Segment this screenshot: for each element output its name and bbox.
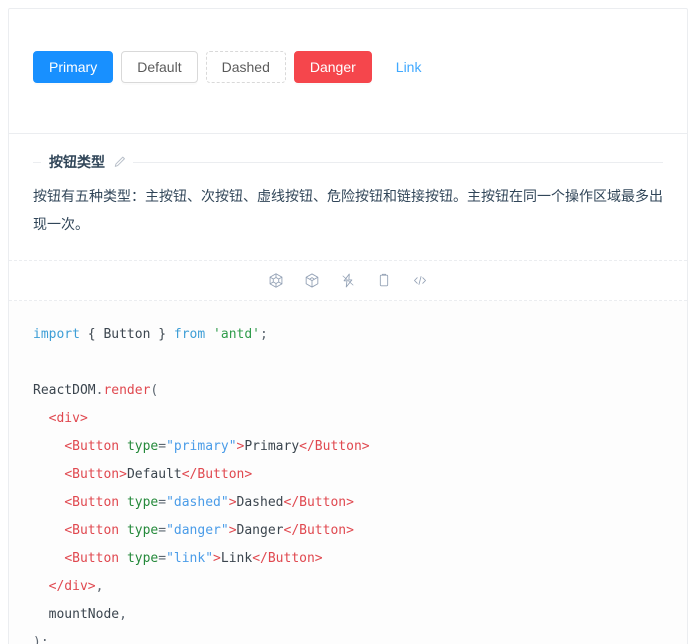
code-highlight-wrapper: import { Button } from 'antd'; ReactDOM.… [9,301,687,644]
button-row: Primary Default Dashed Danger Link [33,51,663,83]
code-token: ; [260,327,268,342]
code-token: "dashed" [166,495,229,510]
code-token: ReactDOM [33,383,96,398]
code-token: import [33,327,80,342]
code-token: ) [33,635,41,644]
code-token: ; [40,635,49,644]
code-token: "danger" [166,523,229,538]
code-box-meta: 按钮类型 按钮有五种类型：主按钮、次按钮、虚线按钮、危险按钮和链接按钮。主按钮在… [9,134,687,261]
code-token: </div> [48,579,96,594]
code-token: type [126,551,159,566]
code-token: <Button [64,551,120,566]
code-token: type [126,439,159,454]
code-token: Dashed [236,495,284,510]
code-token: <Button> [64,467,127,482]
code-token: mountNode [48,607,120,622]
code-line: <div> [33,405,663,433]
demo-preview: Primary Default Dashed Danger Link [9,9,687,134]
code-token: <Button [64,495,120,510]
code-token: type [126,495,159,510]
button-default[interactable]: Default [121,51,198,83]
code-token: </Button> [299,439,370,454]
code-box-actions [9,261,687,301]
code-token: = [158,523,167,538]
codepen-icon[interactable] [304,273,320,289]
code-line: <Button type="link">Link</Button> [33,545,663,573]
code-token: ( [150,383,159,398]
code-token: </Button> [181,467,253,482]
code-token: 'antd' [213,327,261,342]
code-line: </div>, [33,573,663,601]
code-box-card: Primary Default Dashed Danger Link 按钮类型 按钮有五… [8,8,688,644]
code-token: = [158,439,167,454]
pencil-icon[interactable] [113,155,127,169]
code-box-description: 按钮有五种类型：主按钮、次按钮、虚线按钮、危险按钮和链接按钮。主按钮在同一个操作… [33,188,663,232]
code-box-title: 按钮类型 [49,154,105,170]
code-token: , [119,607,127,622]
code-token: Primary [244,439,300,454]
title-rule-right [133,161,663,163]
code-token: > [213,551,221,566]
code-line: <Button type="primary">Primary</Button> [33,433,663,461]
code-token: type [126,523,159,538]
code-box-title-row: 按钮类型 [33,152,663,172]
button-primary[interactable]: Primary [33,51,114,83]
stackblitz-icon[interactable] [340,273,356,289]
code-token: = [158,495,167,510]
code-token: Danger [236,523,284,538]
code-token: "primary" [166,439,237,454]
code-token: </Button> [283,495,354,510]
code-token: Link [220,551,253,566]
button-dashed[interactable]: Dashed [205,51,286,83]
code-line: <Button>Default</Button> [33,461,663,489]
code-token: <Button [64,523,120,538]
code-token: > [228,523,237,538]
title-rule-left [33,161,41,163]
code-token: <Button [64,439,120,454]
code-token: Default [126,467,182,482]
code-line: <Button type="danger">Danger</Button> [33,517,663,545]
code-token: </Button> [283,523,354,538]
code-token: from [173,327,206,342]
code-token: = [158,551,167,566]
code-token: { Button } [87,327,167,342]
code-token: </Button> [252,551,323,566]
code-token: > [228,495,237,510]
code-block[interactable]: import { Button } from 'antd'; ReactDOM.… [9,321,687,644]
code-token: <div> [48,411,88,426]
code-icon[interactable] [412,273,428,289]
code-line: <Button type="dashed">Dashed</Button> [33,489,663,517]
copy-icon[interactable] [376,273,392,289]
code-line: ReactDOM.render( [33,377,663,405]
codesandbox-icon[interactable] [268,273,284,289]
button-danger[interactable]: Danger [293,51,372,83]
code-token: render [103,383,151,398]
code-line: mountNode, [33,601,663,629]
code-token: , [95,579,104,594]
page-root: Primary Default Dashed Danger Link 按钮类型 按钮有五… [0,0,696,644]
code-line: import { Button } from 'antd'; [33,321,663,349]
code-line: ); [33,629,663,644]
button-link[interactable]: Link [380,51,438,83]
code-token: "link" [166,551,214,566]
